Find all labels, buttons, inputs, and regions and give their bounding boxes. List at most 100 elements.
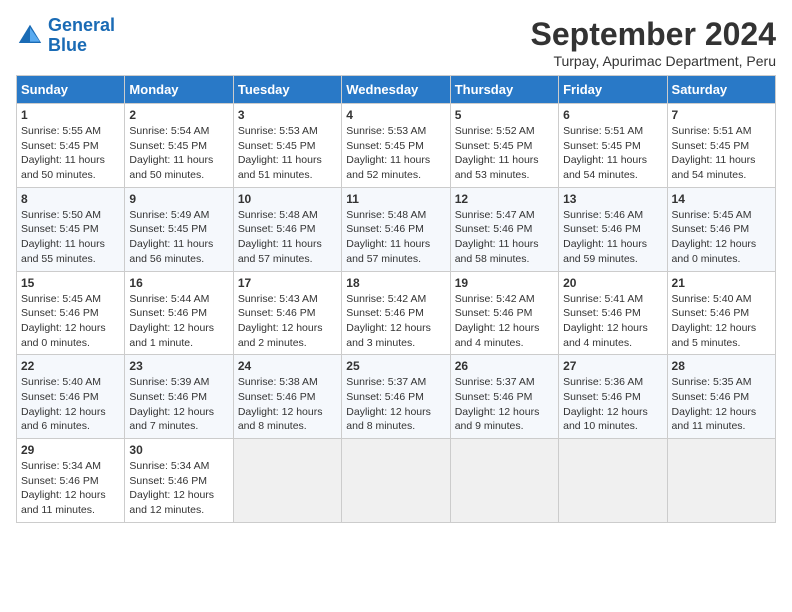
day-number: 20 bbox=[563, 276, 662, 290]
calendar-cell: 11 Sunrise: 5:48 AM Sunset: 5:46 PM Dayl… bbox=[342, 187, 450, 271]
logo-icon bbox=[16, 22, 44, 50]
calendar-week-row-2: 8 Sunrise: 5:50 AM Sunset: 5:45 PM Dayli… bbox=[17, 187, 776, 271]
day-number: 29 bbox=[21, 443, 120, 457]
day-number: 21 bbox=[672, 276, 771, 290]
calendar-cell: 18 Sunrise: 5:42 AM Sunset: 5:46 PM Dayl… bbox=[342, 271, 450, 355]
weekday-header-thursday: Thursday bbox=[450, 76, 558, 104]
day-detail: Sunrise: 5:42 AM Sunset: 5:46 PM Dayligh… bbox=[455, 292, 554, 351]
calendar-cell: 19 Sunrise: 5:42 AM Sunset: 5:46 PM Dayl… bbox=[450, 271, 558, 355]
day-number: 30 bbox=[129, 443, 228, 457]
day-detail: Sunrise: 5:35 AM Sunset: 5:46 PM Dayligh… bbox=[672, 375, 771, 434]
logo-line1: General bbox=[48, 15, 115, 35]
calendar-cell: 12 Sunrise: 5:47 AM Sunset: 5:46 PM Dayl… bbox=[450, 187, 558, 271]
calendar-week-row-3: 15 Sunrise: 5:45 AM Sunset: 5:46 PM Dayl… bbox=[17, 271, 776, 355]
day-detail: Sunrise: 5:38 AM Sunset: 5:46 PM Dayligh… bbox=[238, 375, 337, 434]
calendar-cell: 20 Sunrise: 5:41 AM Sunset: 5:46 PM Dayl… bbox=[559, 271, 667, 355]
day-number: 23 bbox=[129, 359, 228, 373]
month-title: September 2024 bbox=[531, 16, 776, 53]
day-number: 4 bbox=[346, 108, 445, 122]
calendar-cell: 1 Sunrise: 5:55 AM Sunset: 5:45 PM Dayli… bbox=[17, 104, 125, 188]
day-detail: Sunrise: 5:40 AM Sunset: 5:46 PM Dayligh… bbox=[672, 292, 771, 351]
day-number: 24 bbox=[238, 359, 337, 373]
day-detail: Sunrise: 5:47 AM Sunset: 5:46 PM Dayligh… bbox=[455, 208, 554, 267]
day-detail: Sunrise: 5:34 AM Sunset: 5:46 PM Dayligh… bbox=[129, 459, 228, 518]
calendar-cell: 8 Sunrise: 5:50 AM Sunset: 5:45 PM Dayli… bbox=[17, 187, 125, 271]
day-number: 19 bbox=[455, 276, 554, 290]
calendar-cell: 5 Sunrise: 5:52 AM Sunset: 5:45 PM Dayli… bbox=[450, 104, 558, 188]
day-detail: Sunrise: 5:48 AM Sunset: 5:46 PM Dayligh… bbox=[346, 208, 445, 267]
day-number: 28 bbox=[672, 359, 771, 373]
calendar-week-row-4: 22 Sunrise: 5:40 AM Sunset: 5:46 PM Dayl… bbox=[17, 355, 776, 439]
day-number: 9 bbox=[129, 192, 228, 206]
day-number: 15 bbox=[21, 276, 120, 290]
day-number: 10 bbox=[238, 192, 337, 206]
day-detail: Sunrise: 5:37 AM Sunset: 5:46 PM Dayligh… bbox=[346, 375, 445, 434]
calendar-cell: 16 Sunrise: 5:44 AM Sunset: 5:46 PM Dayl… bbox=[125, 271, 233, 355]
calendar-cell: 15 Sunrise: 5:45 AM Sunset: 5:46 PM Dayl… bbox=[17, 271, 125, 355]
logo: General Blue bbox=[16, 16, 115, 56]
day-detail: Sunrise: 5:41 AM Sunset: 5:46 PM Dayligh… bbox=[563, 292, 662, 351]
day-number: 5 bbox=[455, 108, 554, 122]
calendar-cell: 22 Sunrise: 5:40 AM Sunset: 5:46 PM Dayl… bbox=[17, 355, 125, 439]
day-number: 3 bbox=[238, 108, 337, 122]
day-detail: Sunrise: 5:37 AM Sunset: 5:46 PM Dayligh… bbox=[455, 375, 554, 434]
calendar-cell: 6 Sunrise: 5:51 AM Sunset: 5:45 PM Dayli… bbox=[559, 104, 667, 188]
day-number: 13 bbox=[563, 192, 662, 206]
logo-text: General Blue bbox=[48, 16, 115, 56]
calendar-cell: 25 Sunrise: 5:37 AM Sunset: 5:46 PM Dayl… bbox=[342, 355, 450, 439]
day-detail: Sunrise: 5:40 AM Sunset: 5:46 PM Dayligh… bbox=[21, 375, 120, 434]
day-number: 25 bbox=[346, 359, 445, 373]
weekday-header-sunday: Sunday bbox=[17, 76, 125, 104]
day-number: 1 bbox=[21, 108, 120, 122]
logo-line2: Blue bbox=[48, 35, 87, 55]
weekday-header-wednesday: Wednesday bbox=[342, 76, 450, 104]
weekday-header-tuesday: Tuesday bbox=[233, 76, 341, 104]
calendar-cell: 3 Sunrise: 5:53 AM Sunset: 5:45 PM Dayli… bbox=[233, 104, 341, 188]
calendar-week-row-5: 29 Sunrise: 5:34 AM Sunset: 5:46 PM Dayl… bbox=[17, 439, 776, 523]
day-number: 17 bbox=[238, 276, 337, 290]
day-number: 11 bbox=[346, 192, 445, 206]
day-number: 22 bbox=[21, 359, 120, 373]
day-detail: Sunrise: 5:54 AM Sunset: 5:45 PM Dayligh… bbox=[129, 124, 228, 183]
weekday-header-friday: Friday bbox=[559, 76, 667, 104]
day-number: 6 bbox=[563, 108, 662, 122]
day-detail: Sunrise: 5:48 AM Sunset: 5:46 PM Dayligh… bbox=[238, 208, 337, 267]
calendar-cell bbox=[342, 439, 450, 523]
day-detail: Sunrise: 5:45 AM Sunset: 5:46 PM Dayligh… bbox=[21, 292, 120, 351]
page-header: General Blue September 2024 Turpay, Apur… bbox=[16, 16, 776, 69]
weekday-header-monday: Monday bbox=[125, 76, 233, 104]
weekday-header-saturday: Saturday bbox=[667, 76, 775, 104]
day-detail: Sunrise: 5:39 AM Sunset: 5:46 PM Dayligh… bbox=[129, 375, 228, 434]
calendar-cell: 13 Sunrise: 5:46 AM Sunset: 5:46 PM Dayl… bbox=[559, 187, 667, 271]
day-detail: Sunrise: 5:55 AM Sunset: 5:45 PM Dayligh… bbox=[21, 124, 120, 183]
day-number: 18 bbox=[346, 276, 445, 290]
calendar-week-row-1: 1 Sunrise: 5:55 AM Sunset: 5:45 PM Dayli… bbox=[17, 104, 776, 188]
calendar-cell bbox=[233, 439, 341, 523]
calendar-cell: 17 Sunrise: 5:43 AM Sunset: 5:46 PM Dayl… bbox=[233, 271, 341, 355]
calendar-cell bbox=[559, 439, 667, 523]
calendar-cell bbox=[450, 439, 558, 523]
calendar-cell: 2 Sunrise: 5:54 AM Sunset: 5:45 PM Dayli… bbox=[125, 104, 233, 188]
calendar-cell: 23 Sunrise: 5:39 AM Sunset: 5:46 PM Dayl… bbox=[125, 355, 233, 439]
day-detail: Sunrise: 5:45 AM Sunset: 5:46 PM Dayligh… bbox=[672, 208, 771, 267]
day-number: 27 bbox=[563, 359, 662, 373]
calendar-cell: 14 Sunrise: 5:45 AM Sunset: 5:46 PM Dayl… bbox=[667, 187, 775, 271]
day-number: 16 bbox=[129, 276, 228, 290]
calendar-cell: 27 Sunrise: 5:36 AM Sunset: 5:46 PM Dayl… bbox=[559, 355, 667, 439]
calendar-cell: 26 Sunrise: 5:37 AM Sunset: 5:46 PM Dayl… bbox=[450, 355, 558, 439]
calendar-cell: 21 Sunrise: 5:40 AM Sunset: 5:46 PM Dayl… bbox=[667, 271, 775, 355]
day-detail: Sunrise: 5:52 AM Sunset: 5:45 PM Dayligh… bbox=[455, 124, 554, 183]
calendar-cell: 28 Sunrise: 5:35 AM Sunset: 5:46 PM Dayl… bbox=[667, 355, 775, 439]
calendar-cell: 10 Sunrise: 5:48 AM Sunset: 5:46 PM Dayl… bbox=[233, 187, 341, 271]
calendar-table: SundayMondayTuesdayWednesdayThursdayFrid… bbox=[16, 75, 776, 523]
day-detail: Sunrise: 5:49 AM Sunset: 5:45 PM Dayligh… bbox=[129, 208, 228, 267]
calendar-cell: 29 Sunrise: 5:34 AM Sunset: 5:46 PM Dayl… bbox=[17, 439, 125, 523]
day-detail: Sunrise: 5:51 AM Sunset: 5:45 PM Dayligh… bbox=[672, 124, 771, 183]
calendar-cell: 9 Sunrise: 5:49 AM Sunset: 5:45 PM Dayli… bbox=[125, 187, 233, 271]
day-detail: Sunrise: 5:42 AM Sunset: 5:46 PM Dayligh… bbox=[346, 292, 445, 351]
day-detail: Sunrise: 5:44 AM Sunset: 5:46 PM Dayligh… bbox=[129, 292, 228, 351]
day-number: 14 bbox=[672, 192, 771, 206]
day-detail: Sunrise: 5:46 AM Sunset: 5:46 PM Dayligh… bbox=[563, 208, 662, 267]
day-number: 12 bbox=[455, 192, 554, 206]
day-detail: Sunrise: 5:36 AM Sunset: 5:46 PM Dayligh… bbox=[563, 375, 662, 434]
